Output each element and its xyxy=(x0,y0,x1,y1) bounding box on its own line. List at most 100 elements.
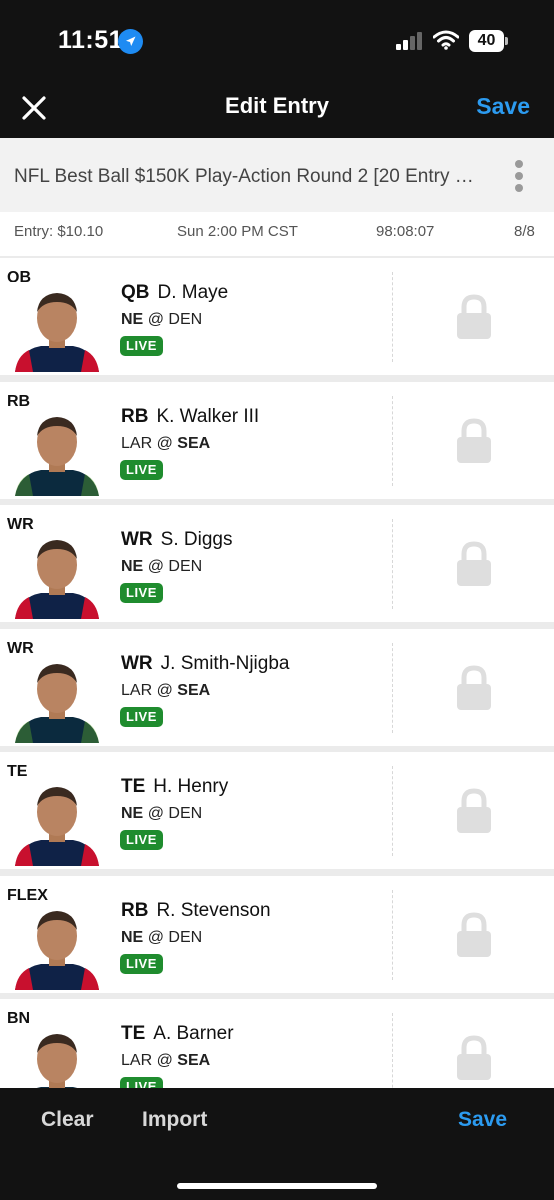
live-badge: LIVE xyxy=(120,954,163,974)
import-button[interactable]: Import xyxy=(142,1108,207,1132)
player-headshot xyxy=(11,776,103,866)
player-name: D. Maye xyxy=(157,282,229,303)
player-name: H. Henry xyxy=(153,776,229,797)
divider xyxy=(392,396,393,486)
matchup: NE @ DEN xyxy=(121,929,202,947)
lock-icon xyxy=(455,912,493,958)
player-position: WR xyxy=(121,529,153,550)
opponent-team: SEA xyxy=(177,1052,211,1069)
player-name-line: WR J. Smith-Njigba xyxy=(121,653,289,675)
home-indicator xyxy=(177,1183,377,1189)
player-team: LAR xyxy=(121,435,153,452)
player-name-line: TE A. Barner xyxy=(121,1023,234,1045)
matchup-at: @ xyxy=(147,929,164,946)
live-badge: LIVE xyxy=(120,583,163,603)
opponent-team: DEN xyxy=(168,805,203,822)
player-name: A. Barner xyxy=(153,1023,234,1044)
opponent-team: DEN xyxy=(168,558,203,575)
live-badge: LIVE xyxy=(120,1077,163,1088)
roster-row[interactable]: BN TE A. Barner LAR @ SEA LIVE xyxy=(0,999,554,1088)
player-position: TE xyxy=(121,1023,146,1044)
roster-row[interactable]: WR WR S. Diggs NE @ DEN LIVE xyxy=(0,505,554,622)
matchup-at: @ xyxy=(156,682,173,699)
matchup-at: @ xyxy=(147,805,164,822)
save-button[interactable]: Save xyxy=(476,93,530,120)
wifi-icon xyxy=(432,30,460,50)
countdown-timer: 98:08:07 xyxy=(376,223,435,240)
player-name-line: RB R. Stevenson xyxy=(121,900,271,922)
matchup: NE @ DEN xyxy=(121,805,202,823)
player-name: K. Walker III xyxy=(156,406,260,427)
player-team: LAR xyxy=(121,1052,153,1069)
lock-icon xyxy=(455,1035,493,1081)
player-headshot xyxy=(11,529,103,619)
matchup: NE @ DEN xyxy=(121,558,202,576)
player-name: S. Diggs xyxy=(160,529,233,550)
roster-row[interactable]: TE TE H. Henry NE @ DEN LIVE xyxy=(0,752,554,869)
status-time: 11:51 xyxy=(58,26,124,54)
lock-icon xyxy=(455,788,493,834)
player-headshot xyxy=(11,282,103,372)
roster-row[interactable]: WR WR J. Smith-Njigba LAR @ SEA LIVE xyxy=(0,629,554,746)
battery-icon: 40 xyxy=(469,30,509,52)
matchup-at: @ xyxy=(156,435,173,452)
divider xyxy=(392,890,393,980)
entry-info-bar: Entry: $10.10 Sun 2:00 PM CST 98:08:07 8… xyxy=(0,212,554,256)
entry-count: 8/8 xyxy=(514,223,535,240)
bottom-save-button[interactable]: Save xyxy=(458,1108,507,1132)
player-name: J. Smith-Njigba xyxy=(160,653,290,674)
matchup: LAR @ SEA xyxy=(121,1052,210,1070)
matchup-at: @ xyxy=(147,311,164,328)
opponent-team: DEN xyxy=(168,311,203,328)
roster-row[interactable]: FLEX RB R. Stevenson NE @ DEN LIVE xyxy=(0,876,554,993)
divider xyxy=(392,643,393,733)
player-position: TE xyxy=(121,776,146,797)
more-vertical-icon[interactable] xyxy=(512,160,526,192)
player-team: LAR xyxy=(121,682,153,699)
player-team: NE xyxy=(121,805,144,822)
player-headshot xyxy=(11,900,103,990)
matchup-at: @ xyxy=(156,1052,173,1069)
clear-button[interactable]: Clear xyxy=(41,1108,94,1132)
nav-bar: Edit Entry Save xyxy=(0,80,554,138)
player-team: NE xyxy=(121,929,144,946)
player-position: RB xyxy=(121,406,149,427)
live-badge: LIVE xyxy=(120,460,163,480)
player-headshot xyxy=(11,406,103,496)
lock-icon xyxy=(455,665,493,711)
matchup-at: @ xyxy=(147,558,164,575)
divider xyxy=(392,272,393,362)
start-time: Sun 2:00 PM CST xyxy=(177,223,298,240)
opponent-team: SEA xyxy=(177,435,211,452)
player-position: RB xyxy=(121,900,149,921)
lock-icon xyxy=(455,294,493,340)
roster-row[interactable]: QB QB D. Maye NE @ DEN LIVE xyxy=(0,258,554,375)
contest-header: NFL Best Ball $150K Play-Action Round 2 … xyxy=(0,138,554,212)
status-bar: 11:51 40 xyxy=(0,0,554,80)
cellular-signal-icon xyxy=(396,32,424,50)
player-headshot xyxy=(11,653,103,743)
player-name-line: QB D. Maye xyxy=(121,282,228,304)
live-badge: LIVE xyxy=(120,336,163,356)
player-headshot xyxy=(11,1023,103,1088)
entry-fee: Entry: $10.10 xyxy=(14,223,104,240)
matchup: LAR @ SEA xyxy=(121,682,210,700)
opponent-team: DEN xyxy=(168,929,203,946)
divider xyxy=(392,519,393,609)
matchup: LAR @ SEA xyxy=(121,435,210,453)
lock-icon xyxy=(455,541,493,587)
player-name: R. Stevenson xyxy=(156,900,271,921)
player-team: NE xyxy=(121,311,144,328)
lock-icon xyxy=(455,418,493,464)
bottom-action-bar: Clear Import Save xyxy=(0,1088,554,1200)
matchup: NE @ DEN xyxy=(121,311,202,329)
player-position: QB xyxy=(121,282,150,303)
player-name-line: TE H. Henry xyxy=(121,776,228,798)
player-name-line: WR S. Diggs xyxy=(121,529,232,551)
divider xyxy=(392,766,393,856)
live-badge: LIVE xyxy=(120,707,163,727)
roster-row[interactable]: RB RB K. Walker III LAR @ SEA LIVE xyxy=(0,382,554,499)
page-title: Edit Entry xyxy=(225,93,329,118)
contest-name[interactable]: NFL Best Ball $150K Play-Action Round 2 … xyxy=(14,166,484,188)
location-arrow-icon xyxy=(118,29,143,54)
